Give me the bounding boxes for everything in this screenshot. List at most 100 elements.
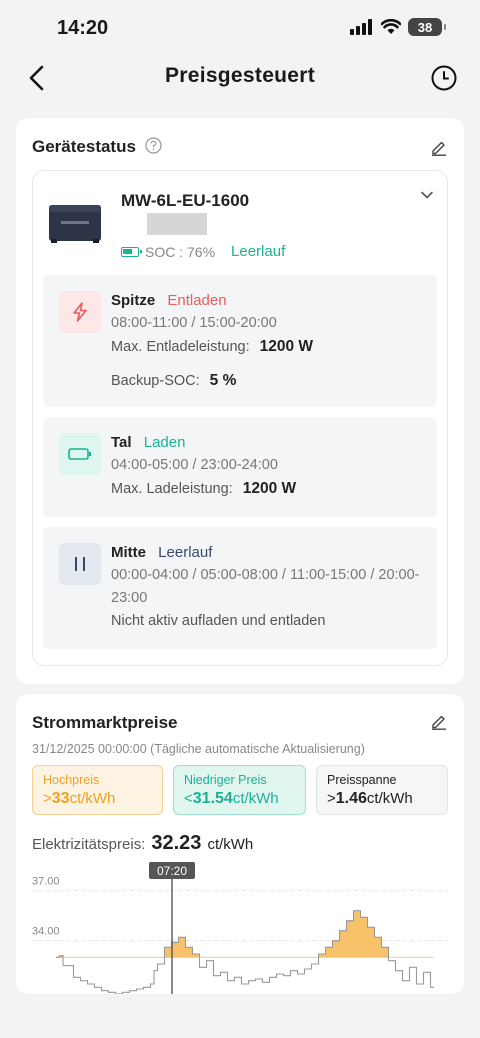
mode-middle-times: 00:00-04:00 / 05:00-08:00 / 11:00-15:00 … — [111, 567, 420, 606]
price-above-threshold-bar — [175, 942, 179, 958]
device-serial-redacted — [147, 213, 207, 235]
mode-valley-action: Laden — [143, 434, 186, 451]
price-above-threshold-bar — [164, 947, 169, 958]
mode-peak-backup-value: 5 % — [209, 372, 237, 389]
battery-icon: 38 — [408, 18, 446, 36]
charging-battery-icon — [59, 433, 101, 475]
electricity-price: Elektrizitätspreis: 32.23 ct/kWh — [32, 832, 253, 855]
status-bar: 14:20 38 — [0, 0, 480, 56]
mode-valley-head: Tal Laden — [111, 431, 427, 454]
mode-middle-action: Leerlauf — [158, 544, 213, 561]
mode-peak-body: Spitze Entladen 08:00-11:00 / 15:00-20:0… — [111, 289, 427, 393]
price-span-pill: Preisspanne >1.46ct/kWh — [316, 765, 448, 815]
mode-middle: Mitte Leerlauf 00:00-04:00 / 05:00-08:00… — [43, 527, 437, 649]
mode-peak: Spitze Entladen 08:00-11:00 / 15:00-20:0… — [43, 275, 437, 407]
edit-device-status-icon[interactable] — [430, 138, 448, 156]
price-above-threshold-bar — [353, 910, 358, 958]
mode-valley: Tal Laden 04:00-05:00 / 23:00-24:00 Max.… — [43, 417, 437, 517]
price-above-threshold-bar — [374, 937, 379, 958]
bottom-area — [0, 994, 480, 1038]
update-timestamp: 31/12/2025 00:00:00 (Tägliche automatisc… — [32, 742, 365, 756]
edit-market-icon[interactable] — [430, 712, 448, 730]
mode-peak-power-value: 1200 W — [259, 338, 314, 355]
low-price-number: 31.54 — [192, 790, 233, 807]
device-image — [49, 205, 101, 243]
price-above-threshold-bar — [336, 940, 340, 958]
high-price-value: >33ct/kWh — [43, 790, 115, 807]
cursor-label: 07:20 — [157, 864, 187, 878]
device-state: Leerlauf — [231, 243, 286, 260]
electricity-price-label: Elektrizitätspreis: — [32, 836, 146, 853]
price-span-prefix: > — [327, 790, 336, 807]
mode-peak-head: Spitze Entladen — [111, 289, 427, 312]
mode-peak-power-label: Max. Entladeleistung: — [111, 339, 250, 355]
soc-value: SOC : 76% — [145, 243, 216, 260]
chevron-down-icon[interactable] — [419, 187, 435, 203]
mode-valley-power-label: Max. Ladeleistung: — [111, 481, 233, 497]
price-above-threshold-bar — [185, 947, 190, 958]
mode-peak-power: Max. Entladeleistung: 1200 W — [111, 335, 427, 359]
price-above-threshold-bar — [367, 927, 372, 958]
pause-icon — [59, 543, 101, 585]
mode-middle-head: Mitte Leerlauf — [111, 541, 427, 564]
y-tick-label: 37.00 — [32, 876, 60, 888]
soc-row: SOC : 76% Leerlauf — [121, 243, 285, 260]
lightning-icon — [59, 291, 101, 333]
price-above-threshold-bar — [346, 920, 351, 958]
low-price-title: Niedriger Preis — [184, 773, 267, 787]
mode-peak-backup: Backup-SOC: 5 % — [111, 369, 427, 393]
price-chart[interactable]: 37.00 34.00 07:20 — [16, 860, 464, 994]
price-above-threshold-bar — [343, 930, 347, 958]
help-icon[interactable] — [145, 137, 162, 154]
nav-bar: Preisgesteuert — [0, 56, 480, 100]
price-above-threshold-bar — [339, 930, 344, 958]
device-status-title: Gerätestatus — [32, 137, 162, 157]
status-time: 14:20 — [57, 17, 109, 39]
low-price-value: <31.54ct/kWh — [184, 790, 279, 807]
high-price-unit: ct/kWh — [69, 790, 116, 807]
clock-history-icon[interactable] — [430, 64, 458, 92]
device-name: MW-6L-EU-1600 — [121, 191, 250, 210]
device-panel: MW-6L-EU-1600 SOC : 76% Leerlauf Spitze … — [32, 170, 448, 666]
price-span-title: Preisspanne — [327, 773, 397, 787]
low-price-prefix: < — [184, 790, 193, 807]
price-above-threshold-bar — [325, 947, 330, 958]
price-span-value: >1.46ct/kWh — [327, 790, 413, 807]
mode-valley-power-value: 1200 W — [242, 480, 297, 497]
battery-level-icon — [121, 246, 142, 257]
high-price-pill: Hochpreis >33ct/kWh — [32, 765, 163, 815]
mode-peak-action: Entladen — [167, 292, 227, 309]
market-title: Strommarktpreise — [32, 713, 178, 732]
price-span-number: 1.46 — [335, 790, 367, 807]
y-tick-label: 34.00 — [32, 926, 60, 938]
electricity-price-unit: ct/kWh — [207, 836, 254, 853]
price-above-threshold-bar — [350, 920, 354, 958]
status-icons: 38 — [350, 18, 446, 36]
mode-middle-note: Nicht aktiv aufladen und entladen — [111, 613, 326, 629]
signal-icon — [350, 19, 372, 35]
price-above-threshold-bar — [178, 937, 183, 958]
high-price-number: 33 — [51, 790, 70, 807]
price-above-threshold-bar — [329, 947, 333, 958]
mode-valley-body: Tal Laden 04:00-05:00 / 23:00-24:00 Max.… — [111, 431, 427, 501]
mode-peak-backup-label: Backup-SOC: — [111, 373, 200, 389]
low-price-pill: Niedriger Preis <31.54ct/kWh — [173, 765, 306, 815]
mode-valley-times: 04:00-05:00 / 23:00-24:00 — [111, 457, 278, 473]
price-above-threshold-bar — [381, 947, 386, 958]
device-status-card: Gerätestatus MW-6L-EU-1600 SOC : 76% Lee… — [16, 118, 464, 684]
price-above-threshold-bar — [332, 940, 337, 958]
mode-valley-name: Tal — [111, 434, 132, 451]
page-title: Preisgesteuert — [164, 64, 316, 87]
low-price-unit: ct/kWh — [232, 790, 279, 807]
price-above-threshold-bar — [360, 917, 365, 958]
price-span-unit: ct/kWh — [366, 790, 413, 807]
market-prices-card: Strommarktpreise 31/12/2025 00:00:00 (Tä… — [16, 694, 464, 994]
device-status-title-text: Gerätestatus — [32, 137, 136, 156]
electricity-price-value: 32.23 — [151, 832, 202, 854]
mode-middle-body: Mitte Leerlauf 00:00-04:00 / 05:00-08:00… — [111, 541, 427, 633]
mode-peak-times: 08:00-11:00 / 15:00-20:00 — [111, 315, 277, 331]
mode-valley-power: Max. Ladeleistung: 1200 W — [111, 477, 427, 501]
high-price-title: Hochpreis — [43, 773, 100, 787]
wifi-icon — [381, 19, 401, 34]
mode-middle-name: Mitte — [111, 544, 146, 561]
